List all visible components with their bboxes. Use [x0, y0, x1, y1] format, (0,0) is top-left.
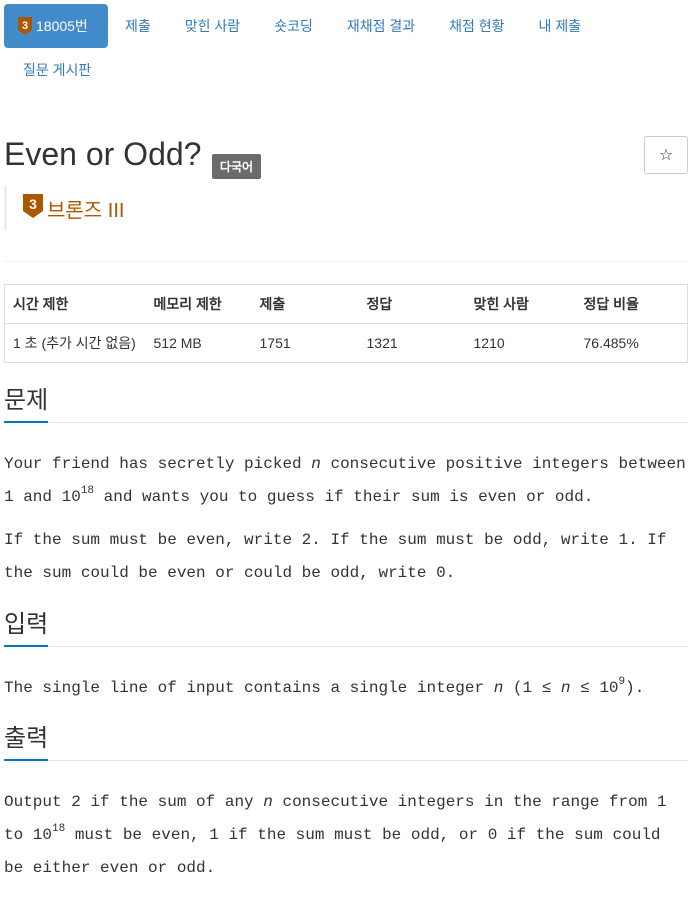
- nav-my-submissions[interactable]: 내 제출: [522, 4, 599, 48]
- section-divider: [4, 422, 688, 423]
- problem-info-table: 시간 제한 메모리 제한 제출 정답 맞힌 사람 정답 비율 1 초 (추가 시…: [4, 284, 688, 363]
- bronze-tier-icon: 3: [18, 17, 32, 35]
- problem-paragraph: If the sum must be even, write 2. If the…: [4, 531, 667, 582]
- header-solved-users: 맞힌 사람: [465, 284, 576, 324]
- bronze-tier-icon: 3: [23, 193, 43, 223]
- solved-users-value: 1210: [465, 323, 576, 363]
- nav-problem-number-label: 18005번: [36, 18, 88, 34]
- submissions-value: 1751: [251, 323, 359, 363]
- problem-header: Even or Odd? 다국어 ☆: [4, 136, 688, 184]
- nav-row-1: 3 18005번 제출 맞힌 사람 숏코딩 재채점 결과 채점 현황 내 제출: [4, 4, 688, 48]
- nav-solved-users[interactable]: 맞힌 사람: [168, 4, 257, 48]
- problem-description: Your friend has secretly picked n consec…: [4, 448, 688, 600]
- input-section-header: 입력: [4, 604, 688, 647]
- nav-row-2: 질문 게시판: [4, 48, 688, 92]
- problem-section-header: 문제: [4, 380, 688, 423]
- nav-rejudge-results[interactable]: 재채점 결과: [330, 4, 432, 48]
- accept-ratio-value: 76.485%: [575, 323, 688, 363]
- header-divider: [4, 261, 688, 262]
- output-description: Output 2 if the sum of any n consecutive…: [4, 786, 688, 895]
- multilingual-badge[interactable]: 다국어: [211, 154, 262, 179]
- output-section-title: 출력: [4, 718, 49, 761]
- output-paragraph: Output 2 if the sum of any n consecutive…: [4, 793, 667, 877]
- memory-limit-value: 512 MB: [145, 323, 252, 363]
- table-header-row: 시간 제한 메모리 제한 제출 정답 맞힌 사람 정답 비율: [4, 284, 688, 324]
- nav-submit[interactable]: 제출: [108, 4, 168, 48]
- input-section-title: 입력: [4, 604, 49, 647]
- section-divider: [4, 646, 688, 647]
- problem-nav: 3 18005번 제출 맞힌 사람 숏코딩 재채점 결과 채점 현황 내 제출 …: [4, 4, 688, 92]
- time-limit-value: 1 초 (추가 시간 없음): [4, 323, 146, 363]
- svg-text:3: 3: [22, 20, 28, 32]
- header-time-limit: 시간 제한: [4, 284, 146, 324]
- problem-paragraph: Your friend has secretly picked n consec…: [4, 455, 686, 506]
- output-section-header: 출력: [4, 718, 688, 761]
- table-row: 1 초 (추가 시간 없음) 512 MB 1751 1321 1210 76.…: [4, 323, 688, 363]
- svg-text:3: 3: [29, 196, 37, 212]
- tier-label[interactable]: 브론즈 III: [47, 194, 124, 223]
- accepted-value: 1321: [358, 323, 466, 363]
- section-divider: [4, 760, 688, 761]
- nav-judge-status[interactable]: 채점 현황: [432, 4, 521, 48]
- header-accept-ratio: 정답 비율: [575, 284, 688, 324]
- header-submissions: 제출: [251, 284, 359, 324]
- nav-short-coding[interactable]: 숏코딩: [257, 4, 330, 48]
- problem-section-title: 문제: [4, 380, 49, 423]
- input-paragraph: The single line of input contains a sing…: [4, 675, 645, 697]
- problem-title: Even or Odd?: [4, 136, 202, 172]
- favorite-star-button[interactable]: ☆: [644, 136, 688, 174]
- header-memory-limit: 메모리 제한: [145, 284, 252, 324]
- problem-tier: 3 브론즈 III: [4, 186, 124, 230]
- nav-problem-number[interactable]: 3 18005번: [4, 4, 108, 48]
- input-description: The single line of input contains a sing…: [4, 672, 688, 715]
- header-accepted: 정답: [358, 284, 466, 324]
- nav-question-board[interactable]: 질문 게시판: [4, 48, 110, 92]
- star-icon: ☆: [658, 147, 674, 164]
